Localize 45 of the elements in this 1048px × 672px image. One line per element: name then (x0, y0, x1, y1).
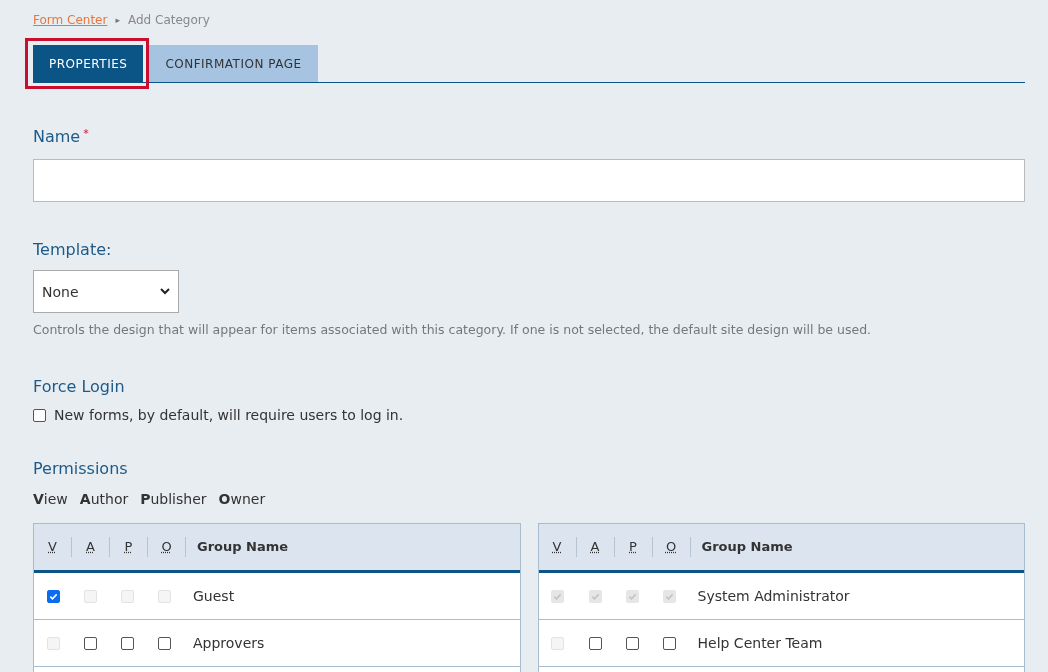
checkbox[interactable] (84, 636, 97, 650)
checkbox-label: New forms, by default, will require users to log in. (54, 407, 404, 423)
checkmark-icon (48, 591, 58, 601)
column-header: A (72, 537, 110, 557)
column-header: P (614, 537, 653, 557)
group-name: System Administrator (697, 588, 850, 604)
column-header: Group Name (700, 538, 794, 556)
column-header: Group Name (196, 538, 290, 556)
legend-item: Owner (218, 491, 266, 507)
group-name: Approvers (193, 635, 265, 651)
column-header: O (148, 537, 186, 557)
checkmark-icon (553, 591, 562, 601)
column-header: P (110, 537, 148, 557)
name-input[interactable] (33, 159, 1025, 202)
field-label: Template: (33, 240, 112, 259)
tab[interactable]: PROPERTIES (33, 45, 144, 82)
checkmark-icon (627, 591, 637, 601)
field-label: Force Login (33, 377, 125, 396)
group-name: Guest (193, 588, 235, 604)
chevron-icon (160, 288, 170, 295)
checkbox[interactable] (33, 408, 46, 422)
section-label: Permissions (33, 459, 128, 478)
column-header: V (538, 537, 577, 557)
legend-item: Author (79, 491, 129, 507)
breadcrumb-current: Add Category (127, 13, 210, 27)
breadcrumb-separator: ▸ (115, 15, 120, 25)
help-text: Controls the design that will appear for items associated with this category. If one is not selected, the default site design will be used. (33, 322, 873, 337)
checkmark-icon (590, 591, 600, 601)
template-select[interactable]: None (33, 270, 179, 313)
column-header: V (34, 537, 72, 557)
tab[interactable]: CONFIRMATION PAGE (149, 45, 318, 82)
checkmark-icon (664, 591, 674, 601)
checkbox[interactable] (588, 636, 602, 650)
column-header: O (652, 537, 691, 557)
checkbox[interactable] (625, 636, 639, 650)
checkbox[interactable] (662, 636, 676, 650)
group-name: Help Center Team (697, 635, 823, 651)
required-mark: * (83, 127, 89, 140)
legend-item: Publisher (140, 491, 207, 507)
field-label: Name (33, 127, 81, 146)
checkbox[interactable] (121, 636, 134, 650)
legend-item: View (33, 491, 68, 507)
column-header: A (576, 537, 615, 557)
checkbox[interactable] (158, 636, 171, 650)
checkbox[interactable] (46, 589, 60, 603)
